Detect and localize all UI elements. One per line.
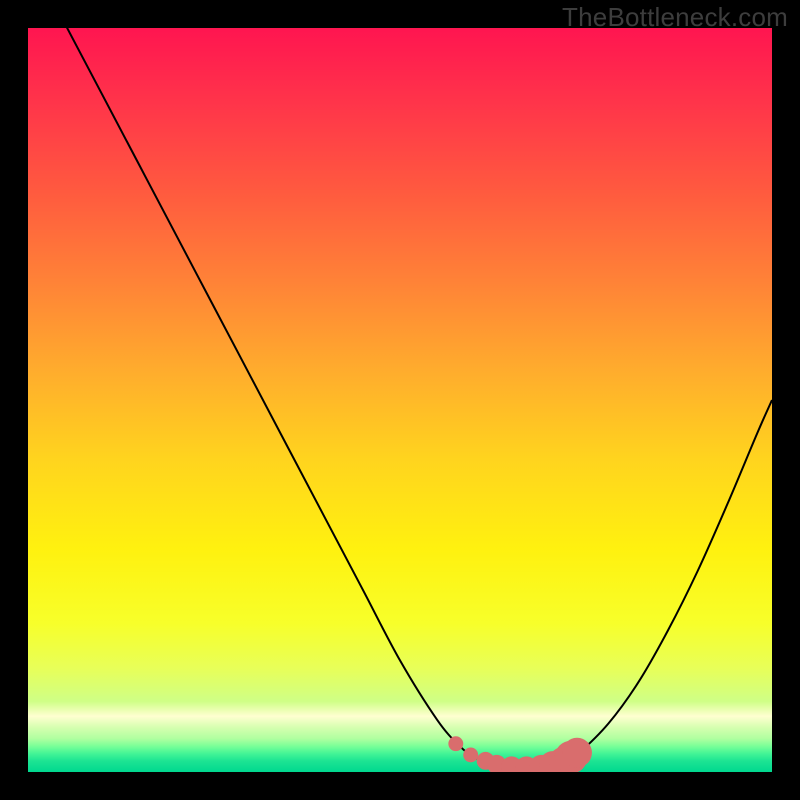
plot-area [28,28,772,772]
bottleneck-chart [28,28,772,772]
watermark-text: TheBottleneck.com [562,2,788,33]
marker-point [562,738,592,768]
marker-point [463,747,478,762]
marker-point [448,736,463,751]
chart-frame: TheBottleneck.com [0,0,800,800]
